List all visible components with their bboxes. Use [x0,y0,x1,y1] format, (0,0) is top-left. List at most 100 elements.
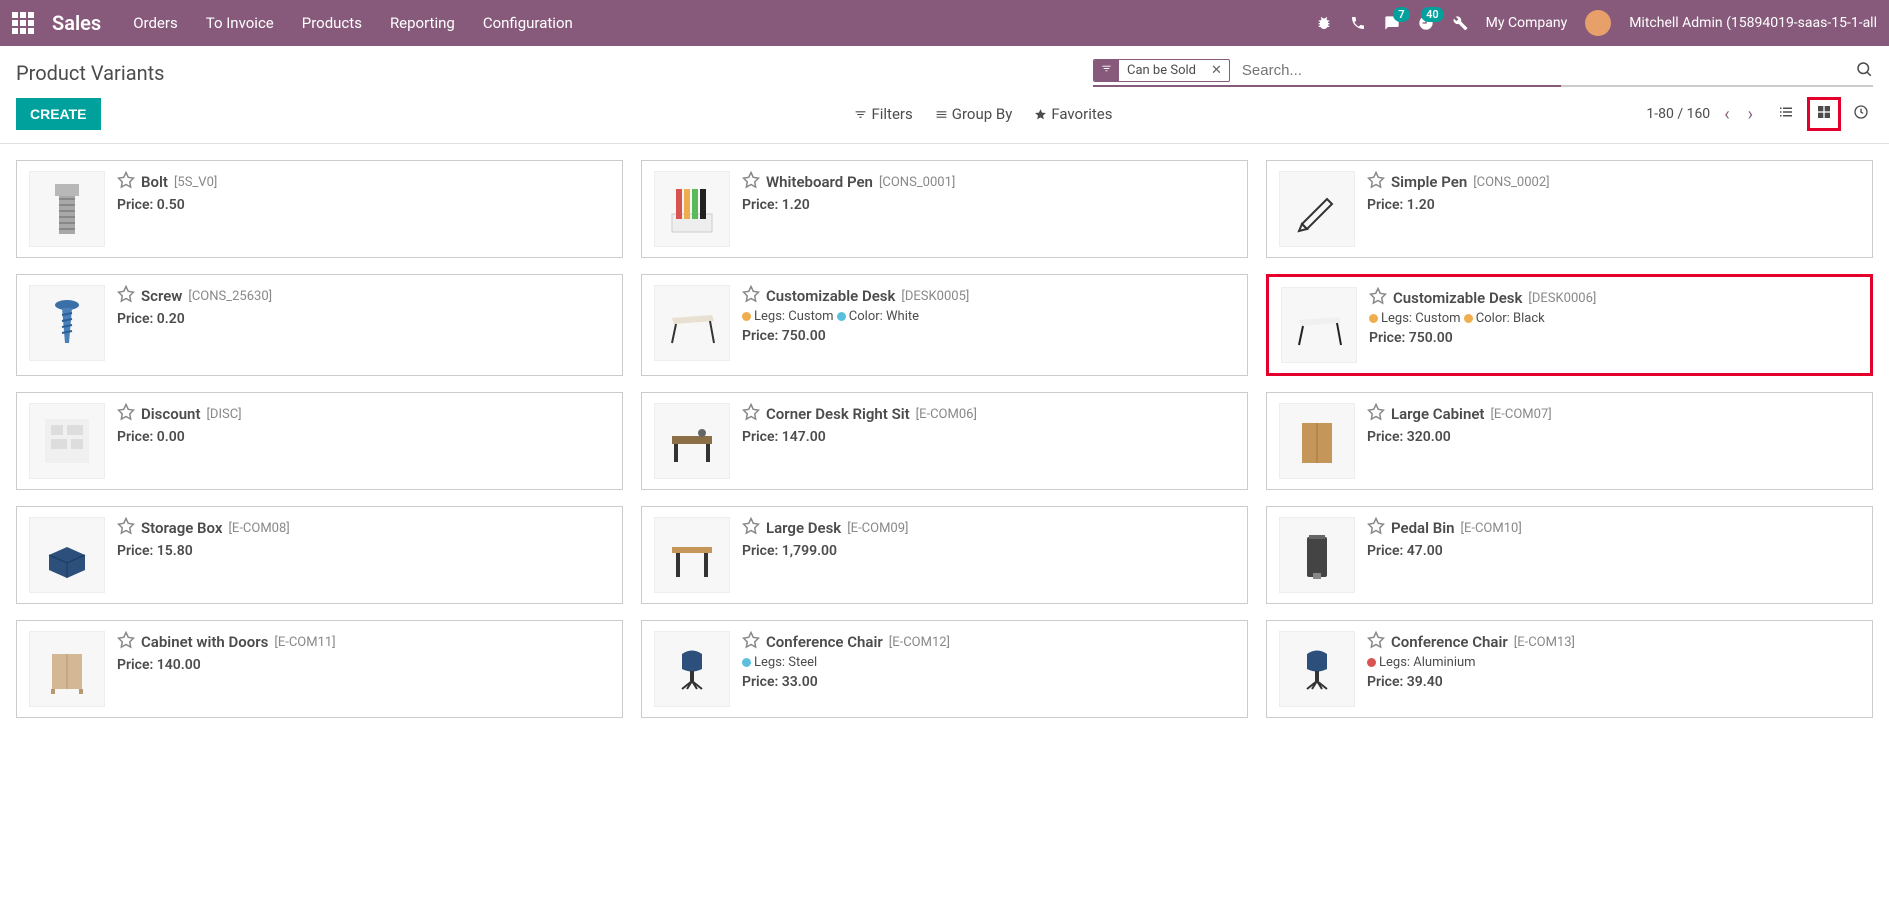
product-attrs: Legs: Steel [742,655,1235,670]
star-icon[interactable] [117,285,135,307]
product-sku: [E-COM10] [1461,521,1522,536]
product-name: Simple Pen [1391,173,1467,191]
view-activity-button[interactable] [1849,100,1873,128]
search-input[interactable] [1236,58,1849,83]
product-price: Price: 1.20 [742,197,1235,213]
product-image [654,517,730,593]
product-card[interactable]: Simple Pen [CONS_0002]Price: 1.20 [1266,160,1873,258]
filter-chip-label: Can be Sold [1119,60,1204,81]
product-price: Price: 33.00 [742,674,1235,690]
debug-icon[interactable] [1316,15,1332,31]
groupby-dropdown[interactable]: Group By [935,105,1013,123]
filters-dropdown[interactable]: Filters [854,105,912,123]
page-title: Product Variants [16,61,164,85]
kanban-grid: Bolt [5S_V0]Price: 0.50Whiteboard Pen [C… [16,160,1873,718]
pager: 1-80 / 160 ‹ › [1646,104,1757,125]
product-sku: [E-COM09] [847,521,908,536]
phone-icon[interactable] [1350,15,1366,31]
filter-chip: Can be Sold ✕ [1093,59,1230,82]
product-card[interactable]: Customizable Desk [DESK0006]Legs: Custom… [1266,274,1873,376]
product-image [1279,403,1355,479]
product-name: Large Cabinet [1391,405,1484,423]
pager-prev[interactable]: ‹ [1720,104,1733,125]
product-price: Price: 320.00 [1367,429,1860,445]
star-icon[interactable] [117,631,135,653]
product-name: Bolt [141,173,168,191]
product-name: Customizable Desk [1393,289,1522,307]
product-sku: [CONS_0001] [879,175,955,190]
product-card[interactable]: Pedal Bin [E-COM10] Price: 47.00 [1266,506,1873,604]
star-icon[interactable] [742,285,760,307]
product-price: Price: 47.00 [1367,543,1860,559]
product-image [1281,287,1357,363]
product-sku: [E-COM08] [228,521,289,536]
product-image [1279,631,1355,707]
product-price: Price: 39.40 [1367,674,1860,690]
view-list-button[interactable] [1773,99,1799,129]
user-avatar[interactable] [1585,10,1611,36]
product-price: Price: 1,799.00 [742,543,1235,559]
product-image [654,285,730,361]
product-price: Price: 15.80 [117,543,610,559]
product-attrs: Legs: Aluminium [1367,655,1860,670]
product-sku: [CONS_25630] [188,289,272,304]
product-card[interactable]: Bolt [5S_V0]Price: 0.50 [16,160,623,258]
product-price: Price: 750.00 [742,328,1235,344]
product-price: Price: 0.20 [117,311,610,327]
product-card[interactable]: Conference Chair [E-COM13]Legs: Aluminiu… [1266,620,1873,718]
product-card[interactable]: Customizable Desk [DESK0005]Legs: Custom… [641,274,1248,376]
product-card[interactable]: Whiteboard Pen [CONS_0001]Price: 1.20 [641,160,1248,258]
star-icon[interactable] [1367,403,1385,425]
product-card[interactable]: Conference Chair [E-COM12]Legs: SteelPri… [641,620,1248,718]
favorites-dropdown[interactable]: Favorites [1034,105,1112,123]
product-image [29,171,105,247]
star-icon[interactable] [1367,631,1385,653]
star-icon[interactable] [742,517,760,539]
product-card[interactable]: Cabinet with Doors [E-COM11]Price: 140.0… [16,620,623,718]
company-switcher[interactable]: My Company [1486,15,1568,31]
star-icon[interactable] [1367,517,1385,539]
main-menu: Orders To Invoice Products Reporting Configu… [133,14,573,32]
product-card[interactable]: Screw [CONS_25630]Price: 0.20 [16,274,623,376]
search-icon[interactable] [1855,60,1873,82]
product-card[interactable]: Corner Desk Right Sit [E-COM06]Price: 14… [641,392,1248,490]
activities-icon[interactable]: 40 [1418,15,1434,31]
app-brand[interactable]: Sales [52,11,101,35]
star-icon[interactable] [1367,171,1385,193]
product-card[interactable]: Storage Box [E-COM08] Price: 15.80 [16,506,623,604]
star-icon[interactable] [1369,287,1387,309]
tools-icon[interactable] [1452,15,1468,31]
product-name: Storage Box [141,519,222,537]
chat-icon[interactable]: 7 [1384,15,1400,31]
product-price: Price: 147.00 [742,429,1235,445]
product-name: Pedal Bin [1391,519,1455,537]
star-icon[interactable] [742,171,760,193]
product-card[interactable]: Discount [DISC]Price: 0.00 [16,392,623,490]
product-price: Price: 140.00 [117,657,610,673]
product-card[interactable]: Large Desk [E-COM09]Price: 1,799.00 [641,506,1248,604]
product-name: Corner Desk Right Sit [766,405,910,423]
menu-item-configuration[interactable]: Configuration [483,14,573,32]
product-card[interactable]: Large Cabinet [E-COM07]Price: 320.00 [1266,392,1873,490]
star-icon[interactable] [117,517,135,539]
product-image [654,403,730,479]
star-icon[interactable] [117,403,135,425]
star-icon[interactable] [742,631,760,653]
pager-next[interactable]: › [1744,104,1757,125]
menu-item-to-invoice[interactable]: To Invoice [206,14,274,32]
product-sku: [E-COM12] [889,635,950,650]
user-menu[interactable]: Mitchell Admin (15894019-saas-15-1-all [1629,15,1877,31]
create-button[interactable]: CREATE [16,98,101,130]
view-kanban-button[interactable] [1807,97,1841,131]
menu-item-reporting[interactable]: Reporting [390,14,455,32]
star-icon[interactable] [117,171,135,193]
pager-text[interactable]: 1-80 / 160 [1646,106,1710,122]
apps-icon[interactable] [12,12,36,34]
menu-item-orders[interactable]: Orders [133,14,178,32]
product-image [29,517,105,593]
star-icon[interactable] [742,403,760,425]
filter-chip-remove[interactable]: ✕ [1204,60,1229,81]
product-image [654,171,730,247]
menu-item-products[interactable]: Products [302,14,362,32]
product-sku: [CONS_0002] [1473,175,1549,190]
